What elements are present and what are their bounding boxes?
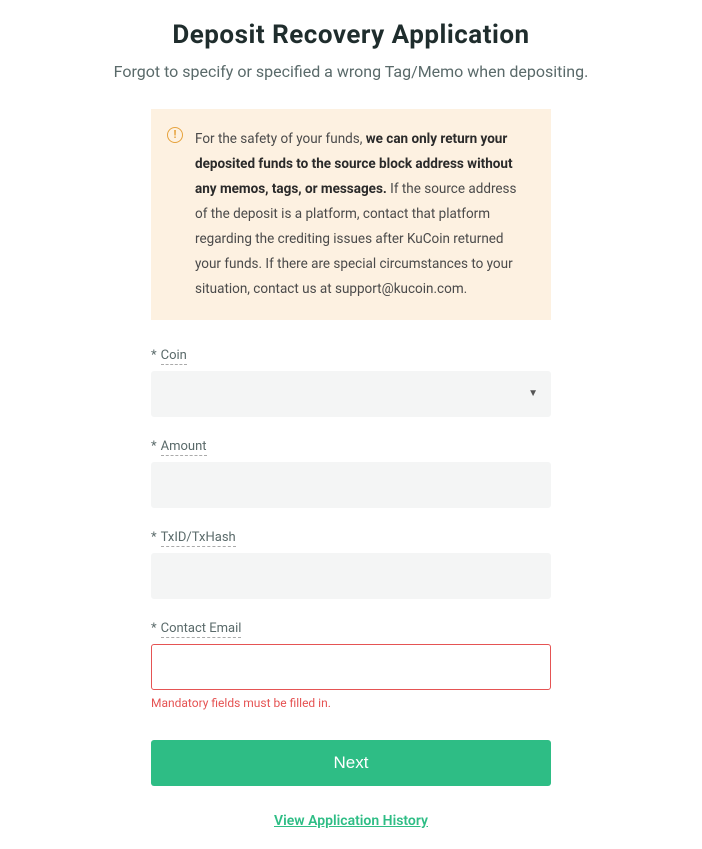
email-error: Mandatory fields must be filled in. [151, 696, 551, 710]
notice-text-prefix: For the safety of your funds, [195, 131, 366, 147]
txid-label: * TxID/TxHash [151, 530, 551, 545]
safety-notice: ! For the safety of your funds, we can o… [151, 109, 551, 320]
required-mark: * [151, 348, 157, 363]
amount-label: * Amount [151, 439, 551, 454]
field-coin: * Coin ▼ [151, 348, 551, 417]
required-mark: * [151, 439, 157, 454]
page-subtitle: Forgot to specify or specified a wrong T… [0, 62, 702, 81]
chevron-down-icon: ▼ [528, 388, 538, 399]
field-amount: * Amount [151, 439, 551, 508]
coin-label: * Coin [151, 348, 551, 363]
page-title: Deposit Recovery Application [0, 20, 702, 50]
coin-label-text: Coin [161, 348, 187, 365]
email-input[interactable] [151, 644, 551, 690]
txid-input[interactable] [151, 553, 551, 599]
required-mark: * [151, 621, 157, 636]
field-email: * Contact Email Mandatory fields must be … [151, 621, 551, 710]
view-history-link[interactable]: View Application History [274, 813, 428, 829]
field-txid: * TxID/TxHash [151, 530, 551, 599]
txid-label-text: TxID/TxHash [161, 530, 236, 547]
amount-label-text: Amount [161, 439, 207, 456]
email-label-text: Contact Email [161, 621, 242, 638]
coin-select[interactable]: ▼ [151, 371, 551, 417]
required-mark: * [151, 530, 157, 545]
notice-text-suffix: If the source address of the deposit is … [195, 181, 517, 297]
amount-input[interactable] [151, 462, 551, 508]
warning-icon: ! [167, 127, 183, 143]
email-label: * Contact Email [151, 621, 551, 636]
next-button[interactable]: Next [151, 740, 551, 786]
